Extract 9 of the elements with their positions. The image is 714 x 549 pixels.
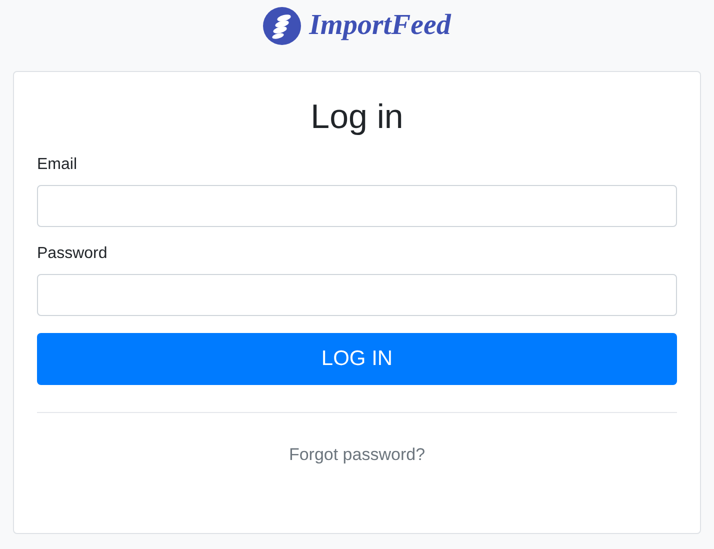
form-title: Log in xyxy=(310,97,404,138)
coin-stack-icon xyxy=(263,6,302,44)
login-button[interactable]: LOG IN xyxy=(37,333,677,385)
input-field[interactable] xyxy=(37,274,677,316)
field-label: Email xyxy=(37,155,78,175)
field-label: Password xyxy=(37,244,108,264)
input-field[interactable] xyxy=(37,185,677,227)
brand-name: ImportFeed xyxy=(309,8,451,43)
forgot-password-link[interactable]: Forgot password? xyxy=(288,442,426,468)
